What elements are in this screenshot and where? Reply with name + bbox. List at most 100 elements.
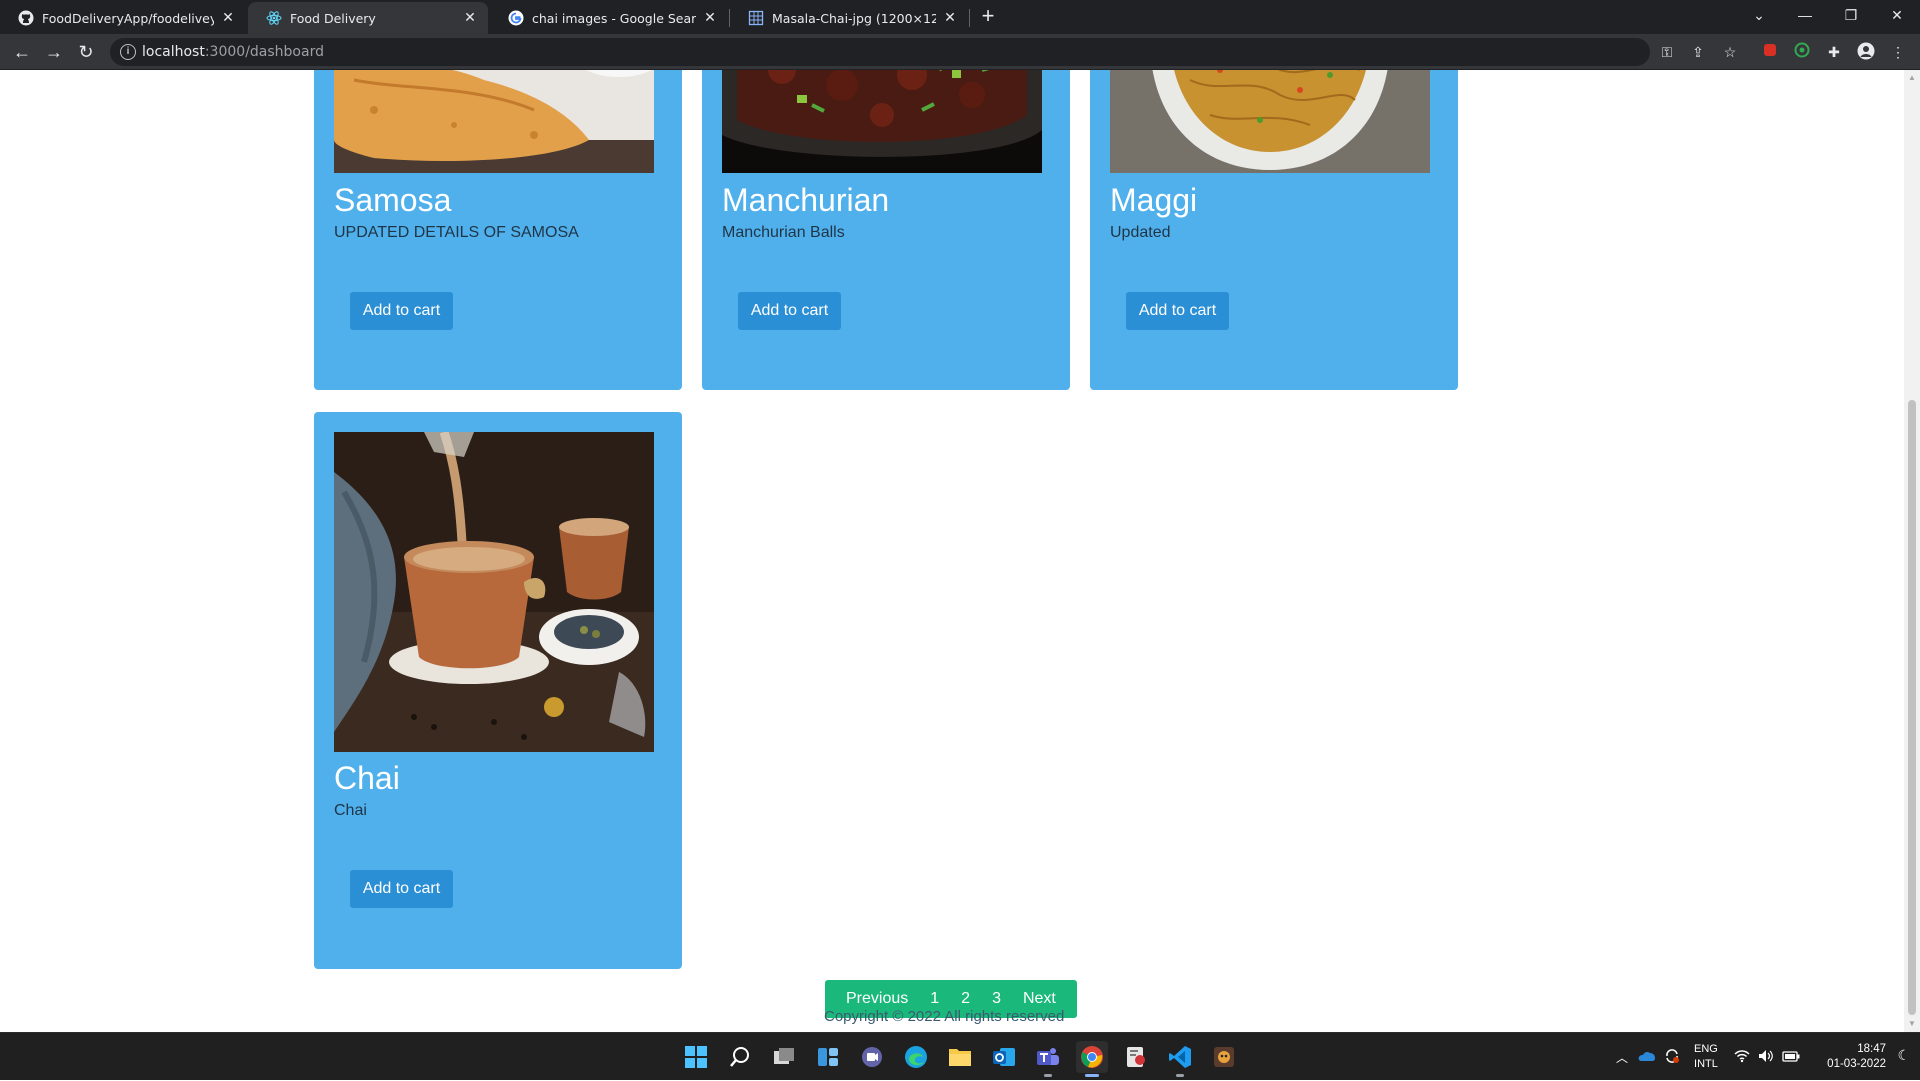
manchurian-image [722,70,1042,173]
browser-toolbar: ← → ↻ i localhost:3000/dashboard ⚿ ⇪ ☆ ✚… [0,34,1920,70]
active-indicator [1085,1074,1099,1077]
tab-separator [969,9,970,27]
add-to-cart-button[interactable]: Add to cart [350,292,453,330]
teams-icon[interactable] [1032,1041,1064,1077]
food-name: Chai [334,760,400,796]
google-icon [508,10,524,26]
chai-image [334,432,654,752]
file-explorer-icon[interactable] [944,1041,976,1073]
keyboard-layout: INTL [1694,1058,1718,1070]
food-card-manchurian: Manchurian Manchurian Balls Add to cart [702,70,1070,390]
windows-taskbar: ︿ ENG INTL 18:47 01-03-2022 ☾ [0,1032,1920,1080]
tab-github[interactable]: FoodDeliveryApp/foodelivey fron ✕ [0,2,246,34]
add-to-cart-button[interactable]: Add to cart [350,870,453,908]
key-icon[interactable]: ⚿ [1657,42,1677,62]
reload-icon[interactable]: ↻ [74,40,98,64]
image-icon [748,10,764,26]
food-description: Chai [334,802,367,819]
tab-title: Masala-Chai-jpg (1200×1200) [772,10,936,26]
back-icon[interactable]: ← [10,40,34,64]
restore-icon[interactable]: ❐ [1828,0,1874,30]
app-icon[interactable] [1208,1041,1240,1073]
tab-search-icon[interactable]: ⌄ [1736,0,1782,30]
notification-moon-icon[interactable]: ☾ [1897,1047,1910,1064]
search-icon[interactable] [724,1041,756,1073]
url-host: localhost [142,44,205,60]
running-indicator [1176,1074,1184,1077]
bookmark-star-icon[interactable]: ☆ [1720,42,1740,62]
food-description: Updated [1110,224,1171,241]
extension-red-icon[interactable] [1760,42,1780,62]
profile-avatar-icon[interactable] [1856,42,1876,62]
page-viewport: Samosa UPDATED DETAILS OF SAMOSA Add to … [0,70,1904,1032]
pagination-next-button[interactable]: Next [1012,990,1067,1008]
forward-icon[interactable]: → [42,40,66,64]
widgets-icon[interactable] [812,1041,844,1073]
food-card-samosa: Samosa UPDATED DETAILS OF SAMOSA Add to … [314,70,682,390]
pagination-page-2[interactable]: 2 [950,990,981,1008]
tab-google-search[interactable]: chai images - Google Search ✕ [490,2,728,34]
sync-icon[interactable] [1664,1048,1680,1067]
food-card-maggi: Maggi Updated Add to cart [1090,70,1458,390]
edge-icon[interactable] [900,1041,932,1073]
scroll-down-arrow-icon[interactable]: ▼ [1908,1020,1916,1028]
pagination-previous-button[interactable]: Previous [835,990,919,1008]
new-tab-button[interactable]: + [976,5,1000,29]
language-code: ENG [1694,1043,1718,1055]
extension-green-icon[interactable] [1792,42,1812,62]
wifi-icon[interactable] [1734,1049,1750,1066]
windows-start-icon[interactable] [680,1041,712,1073]
tab-image[interactable]: Masala-Chai-jpg (1200×1200) ✕ [730,2,968,34]
samosa-image [334,70,654,173]
snipping-tool-icon[interactable] [1120,1041,1152,1073]
outlook-icon[interactable] [988,1041,1020,1073]
pagination-page-3[interactable]: 3 [981,990,1012,1008]
show-hidden-icons-chevron-icon[interactable]: ︿ [1616,1049,1628,1066]
pagination-page-1[interactable]: 1 [919,990,950,1008]
extensions-puzzle-icon[interactable]: ✚ [1824,42,1844,62]
close-tab-icon[interactable]: ✕ [462,10,478,26]
vscode-icon[interactable] [1164,1041,1196,1077]
language-indicator[interactable]: ENG INTL [1694,1042,1718,1072]
food-name: Manchurian [722,182,890,218]
address-bar[interactable]: i localhost:3000/dashboard ⚿ [110,38,1672,66]
task-view-icon[interactable] [768,1041,800,1073]
clock-time: 18:47 [1857,1043,1886,1055]
food-card-chai: Chai Chai Add to cart [314,412,682,969]
clock-date: 01-03-2022 [1827,1058,1886,1070]
tab-title: Food Delivery [290,10,376,26]
taskbar-clock[interactable]: 18:47 01-03-2022 [1827,1042,1886,1072]
food-name: Samosa [334,182,452,218]
url-text: localhost:3000/dashboard [142,44,324,60]
close-tab-icon[interactable]: ✕ [942,10,958,26]
page-scrollbar[interactable]: ▲ ▼ [1904,70,1920,1032]
github-icon [18,10,34,26]
close-tab-icon[interactable]: ✕ [220,10,236,26]
onedrive-icon[interactable] [1638,1050,1656,1065]
chrome-icon[interactable] [1076,1041,1108,1077]
food-description: UPDATED DETAILS OF SAMOSA [334,224,579,241]
teams-chat-icon[interactable] [856,1041,888,1073]
volume-icon[interactable] [1758,1049,1774,1066]
close-window-icon[interactable]: ✕ [1874,0,1920,30]
close-tab-icon[interactable]: ✕ [702,10,718,26]
tab-title: chai images - Google Search [532,10,696,26]
add-to-cart-button[interactable]: Add to cart [1126,292,1229,330]
browser-tab-bar: FoodDeliveryApp/foodelivey fron ✕ Food D… [0,0,1920,34]
share-icon[interactable]: ⇪ [1688,42,1708,62]
menu-kebab-icon[interactable]: ⋮ [1888,42,1908,62]
add-to-cart-button[interactable]: Add to cart [738,292,841,330]
food-name: Maggi [1110,182,1198,218]
food-description: Manchurian Balls [722,224,845,241]
maggi-image [1110,70,1430,173]
scroll-up-arrow-icon[interactable]: ▲ [1908,74,1916,82]
tab-title: FoodDeliveryApp/foodelivey fron [42,10,214,26]
scrollbar-thumb[interactable] [1908,400,1916,1015]
minimize-icon[interactable]: — [1782,0,1828,30]
react-icon [266,10,282,26]
battery-icon[interactable] [1782,1050,1800,1065]
url-path: :3000/dashboard [204,44,324,60]
tab-food-delivery[interactable]: Food Delivery ✕ [248,2,488,34]
site-info-icon[interactable]: i [120,44,136,60]
system-tray: ︿ ENG INTL [1616,1033,1800,1081]
